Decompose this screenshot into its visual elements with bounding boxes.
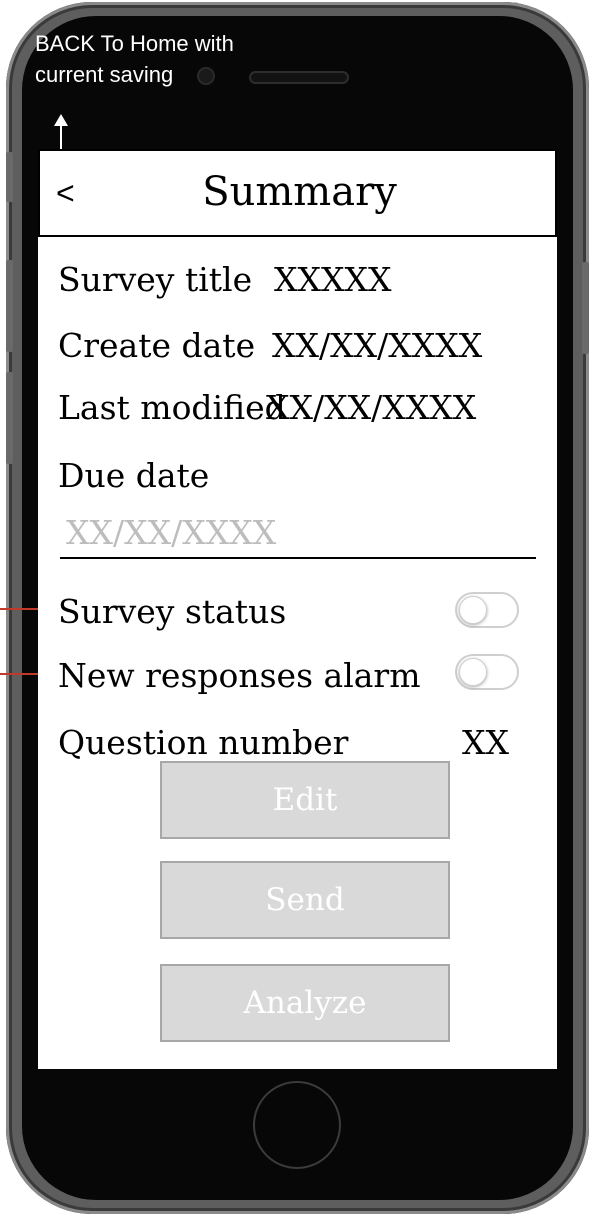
survey-title-label: Survey title (58, 260, 253, 299)
analyze-button[interactable]: Analyze (160, 964, 450, 1042)
mute-switch (6, 152, 13, 202)
survey-title-value: XXXXX (274, 260, 392, 299)
app-screen: < Summary Survey title XXXXX Create date… (38, 149, 557, 1069)
volume-up-button (6, 260, 13, 352)
power-button (582, 262, 589, 354)
edit-button[interactable]: Edit (160, 761, 450, 839)
due-date-label: Due date (58, 456, 210, 495)
home-button[interactable] (253, 1081, 341, 1169)
create-date-value: XX/XX/XXXX (272, 326, 483, 365)
annotation-note: BACK To Home with current saving (35, 31, 234, 87)
new-responses-alarm-toggle[interactable] (455, 654, 519, 690)
toggle-knob (459, 596, 487, 624)
question-number-label: Question number (58, 723, 349, 762)
annotation-pointer-alarm (0, 673, 42, 675)
send-button[interactable]: Send (160, 861, 450, 939)
toggle-knob (459, 658, 487, 686)
create-date-label: Create date (58, 326, 256, 365)
volume-down-button (6, 372, 13, 464)
annotation-arrow-line (60, 124, 62, 152)
last-modified-value: XX/XX/XXXX (266, 388, 477, 427)
last-modified-label: Last modified (58, 388, 286, 427)
page-title: Summary (202, 169, 397, 215)
question-number-value: XX (462, 723, 509, 762)
survey-status-label: Survey status (58, 592, 287, 631)
header-bar: < Summary (38, 149, 557, 237)
survey-status-toggle[interactable] (455, 592, 519, 628)
new-responses-alarm-label: New responses alarm (58, 656, 421, 695)
due-date-input[interactable] (60, 511, 536, 559)
